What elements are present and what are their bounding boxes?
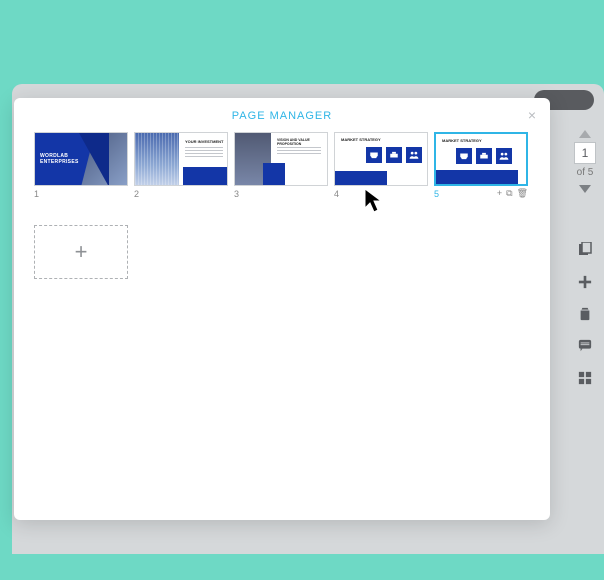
- copy-slide-icon[interactable]: ⧉: [506, 188, 512, 199]
- slide-4-title: MARKET STRATEGY: [341, 137, 381, 142]
- page-count-label: of 5: [577, 167, 594, 178]
- slide-number: 4: [334, 189, 428, 199]
- page-down-icon[interactable]: [579, 185, 591, 193]
- page-up-icon[interactable]: [579, 130, 591, 138]
- page-navigator: 1 of 5: [568, 128, 602, 195]
- slide-number: 1: [34, 189, 128, 199]
- side-toolbar: [568, 234, 602, 394]
- duplicate-page-icon[interactable]: [575, 240, 595, 260]
- page-manager-modal: PAGE MANAGER × WORDLABENTERPRISES 1 YOUR…: [14, 98, 550, 520]
- modal-title: PAGE MANAGER: [34, 110, 530, 122]
- slide-5-title: MARKET STRATEGY: [442, 138, 482, 143]
- slide-thumbnail-1[interactable]: WORDLABENTERPRISES: [34, 132, 128, 186]
- current-page-field[interactable]: 1: [574, 142, 596, 164]
- slide-1-title: WORDLABENTERPRISES: [40, 153, 79, 165]
- delete-page-icon[interactable]: [575, 304, 595, 324]
- add-slide-icon[interactable]: +: [497, 188, 502, 199]
- notes-icon[interactable]: [575, 336, 595, 356]
- add-page-icon[interactable]: [575, 272, 595, 292]
- slide-number: 5: [434, 189, 439, 199]
- slide-number: 2: [134, 189, 228, 199]
- slide-3-title: VISION AND VALUEPROPOSITION: [277, 138, 310, 146]
- slide-number: 3: [234, 189, 328, 199]
- slide-thumbnail-4[interactable]: MARKET STRATEGY: [334, 132, 428, 186]
- delete-slide-icon[interactable]: 🗑: [517, 188, 528, 199]
- thumbnail-grid: WORDLABENTERPRISES 1 YOUR INVESTMENT 2 V…: [34, 132, 530, 199]
- slide-thumbnail-5[interactable]: MARKET STRATEGY: [434, 132, 528, 186]
- slide-2-title: YOUR INVESTMENT: [185, 139, 223, 144]
- add-slide-button[interactable]: +: [34, 225, 128, 279]
- slide-thumbnail-3[interactable]: VISION AND VALUEPROPOSITION: [234, 132, 328, 186]
- close-icon[interactable]: ×: [528, 108, 536, 122]
- thumb-actions: + ⧉ 🗑: [497, 188, 528, 199]
- slide-thumbnail-2[interactable]: YOUR INVESTMENT: [134, 132, 228, 186]
- grid-view-icon[interactable]: [575, 368, 595, 388]
